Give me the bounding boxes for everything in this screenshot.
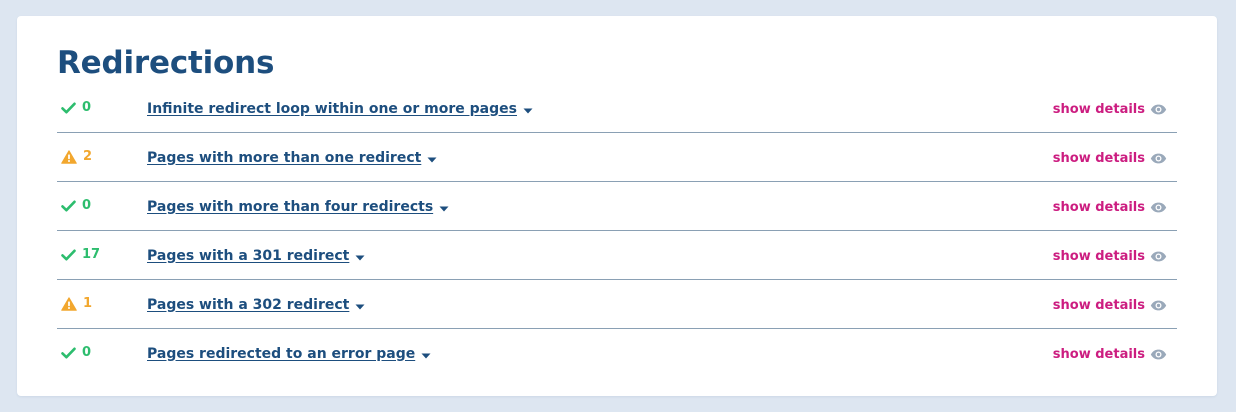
show-details-label[interactable]: show details bbox=[1053, 151, 1145, 167]
check-icon bbox=[61, 347, 76, 359]
check-icon bbox=[61, 249, 76, 261]
eye-icon[interactable] bbox=[1150, 198, 1167, 217]
show-details-button[interactable]: show details bbox=[1053, 296, 1167, 315]
redirections-card: Redirections 0 Infinite redirect loop wit… bbox=[17, 16, 1217, 396]
issue-label[interactable]: Pages with a 302 redirect bbox=[147, 296, 349, 314]
show-details-button[interactable]: show details bbox=[1053, 247, 1167, 266]
issue-status: 0 bbox=[61, 345, 91, 361]
section-title: Redirections bbox=[57, 45, 275, 81]
issue-label[interactable]: Pages with more than four redirects bbox=[147, 198, 433, 216]
show-details-button[interactable]: show details bbox=[1053, 198, 1167, 217]
issue-row: 1 Pages with a 302 redirect show details bbox=[57, 280, 1177, 329]
issue-list: 0 Infinite redirect loop within one or mo… bbox=[57, 84, 1177, 377]
issue-count: 2 bbox=[83, 149, 93, 164]
caret-down-icon[interactable] bbox=[523, 99, 533, 118]
issue-status: 0 bbox=[61, 100, 91, 116]
issue-toggle[interactable]: Pages with more than four redirects bbox=[147, 197, 449, 216]
issue-status: 1 bbox=[61, 296, 92, 312]
eye-icon[interactable] bbox=[1150, 296, 1167, 315]
check-icon bbox=[61, 102, 76, 114]
issue-count: 0 bbox=[82, 345, 92, 360]
issue-count: 0 bbox=[82, 198, 92, 213]
show-details-label[interactable]: show details bbox=[1053, 200, 1145, 216]
issue-row: 2 Pages with more than one redirect show d… bbox=[57, 133, 1177, 182]
issue-label[interactable]: Pages with a 301 redirect bbox=[147, 247, 349, 265]
caret-down-icon[interactable] bbox=[355, 295, 365, 314]
show-details-button[interactable]: show details bbox=[1053, 149, 1167, 168]
issue-status: 2 bbox=[61, 149, 92, 165]
check-icon bbox=[61, 200, 76, 212]
issue-toggle[interactable]: Pages with a 301 redirect bbox=[147, 246, 365, 265]
issue-count: 0 bbox=[82, 100, 92, 115]
show-details-label[interactable]: show details bbox=[1053, 347, 1145, 363]
eye-icon[interactable] bbox=[1150, 100, 1167, 119]
issue-row: 0 Pages with more than four redirects show… bbox=[57, 182, 1177, 231]
show-details-label[interactable]: show details bbox=[1053, 102, 1145, 118]
issue-toggle[interactable]: Pages redirected to an error page bbox=[147, 344, 431, 363]
issue-toggle[interactable]: Infinite redirect loop within one or mor… bbox=[147, 99, 533, 118]
issue-row: 0 Infinite redirect loop within one or mo… bbox=[57, 84, 1177, 133]
issue-status: 0 bbox=[61, 198, 91, 214]
show-details-label[interactable]: show details bbox=[1053, 249, 1145, 265]
eye-icon[interactable] bbox=[1150, 247, 1167, 266]
show-details-button[interactable]: show details bbox=[1053, 345, 1167, 364]
issue-row: 0 Pages redirected to an error page show d… bbox=[57, 329, 1177, 377]
warning-icon bbox=[61, 297, 77, 311]
show-details-button[interactable]: show details bbox=[1053, 100, 1167, 119]
warning-icon bbox=[61, 150, 77, 164]
caret-down-icon[interactable] bbox=[355, 246, 365, 265]
issue-status: 17 bbox=[61, 247, 100, 263]
issue-label[interactable]: Pages redirected to an error page bbox=[147, 345, 415, 363]
issue-row: 17 Pages with a 301 redirect show details bbox=[57, 231, 1177, 280]
issue-toggle[interactable]: Pages with a 302 redirect bbox=[147, 295, 365, 314]
issue-count: 1 bbox=[83, 296, 93, 311]
show-details-label[interactable]: show details bbox=[1053, 298, 1145, 314]
issue-count: 17 bbox=[82, 247, 101, 262]
caret-down-icon[interactable] bbox=[427, 148, 437, 167]
issue-toggle[interactable]: Pages with more than one redirect bbox=[147, 148, 437, 167]
caret-down-icon[interactable] bbox=[421, 344, 431, 363]
caret-down-icon[interactable] bbox=[439, 197, 449, 216]
eye-icon[interactable] bbox=[1150, 149, 1167, 168]
issue-label[interactable]: Pages with more than one redirect bbox=[147, 149, 421, 167]
eye-icon[interactable] bbox=[1150, 345, 1167, 364]
issue-label[interactable]: Infinite redirect loop within one or mor… bbox=[147, 100, 517, 118]
